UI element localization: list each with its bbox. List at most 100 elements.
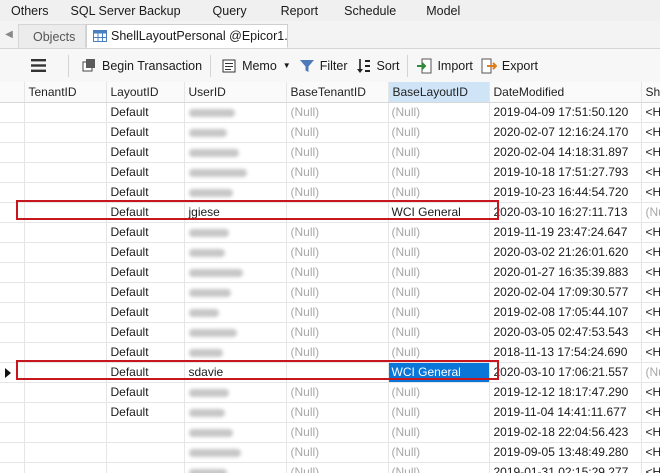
cell-basetenantid[interactable]: (Null): [286, 402, 389, 423]
cell-userid[interactable]: [184, 382, 287, 403]
cell-layoutid[interactable]: Default: [106, 262, 185, 283]
cell-datemodified[interactable]: 2020-02-04 17:09:30.577: [489, 282, 642, 303]
cell-baselayoutid[interactable]: WCI General: [388, 362, 490, 383]
cell-shell[interactable]: <Ho: [641, 322, 660, 343]
cell-shell[interactable]: <Ho: [641, 342, 660, 363]
cell-datemodified[interactable]: 2019-12-12 18:17:47.290: [489, 382, 642, 403]
menu-report[interactable]: Report: [270, 4, 330, 18]
row-indicator[interactable]: [0, 122, 25, 143]
cell-layoutid[interactable]: Default: [106, 322, 185, 343]
row-indicator[interactable]: [0, 302, 25, 323]
cell-baselayoutid[interactable]: (Null): [388, 102, 490, 123]
table-row[interactable]: (Null)(Null)2019-09-05 13:48:49.280<Ho: [0, 442, 660, 463]
row-indicator[interactable]: [0, 142, 25, 163]
cell-datemodified[interactable]: 2020-01-27 16:35:39.883: [489, 262, 642, 283]
menu-query[interactable]: Query: [202, 4, 258, 18]
cell-layoutid[interactable]: [106, 462, 185, 473]
cell-shell[interactable]: <Ho: [641, 102, 660, 123]
cell-baselayoutid[interactable]: (Null): [388, 222, 490, 243]
cell-datemodified[interactable]: 2020-03-05 02:47:53.543: [489, 322, 642, 343]
cell-datemodified[interactable]: 2019-02-18 22:04:56.423: [489, 422, 642, 443]
row-indicator[interactable]: [0, 342, 25, 363]
cell-layoutid[interactable]: Default: [106, 122, 185, 143]
menu-others[interactable]: Others: [0, 4, 60, 18]
row-indicator[interactable]: [0, 282, 25, 303]
cell-layoutid[interactable]: Default: [106, 242, 185, 263]
cell-layoutid[interactable]: Default: [106, 222, 185, 243]
cell-baselayoutid[interactable]: (Null): [388, 302, 490, 323]
cell-layoutid[interactable]: Default: [106, 382, 185, 403]
cell-baselayoutid[interactable]: (Null): [388, 242, 490, 263]
import-button[interactable]: Import: [416, 53, 473, 79]
cell-datemodified[interactable]: 2019-10-23 16:44:54.720: [489, 182, 642, 203]
cell-userid[interactable]: sdavie: [184, 362, 287, 383]
table-row[interactable]: Default (Null) (Null) 2020-03-02 21:26:01.6…: [0, 242, 660, 263]
cell-layoutid[interactable]: Default: [106, 402, 185, 423]
cell-datemodified[interactable]: 2020-02-04 14:18:31.897: [489, 142, 642, 163]
cell-tenantid[interactable]: [24, 262, 107, 283]
cell-userid[interactable]: [184, 142, 287, 163]
cell-tenantid[interactable]: [24, 162, 107, 183]
cell-baselayoutid[interactable]: WCI General: [388, 202, 490, 223]
row-indicator[interactable]: [0, 202, 25, 223]
cell-userid[interactable]: [184, 282, 287, 303]
chevron-down-icon[interactable]: ▼: [283, 61, 291, 70]
table-row[interactable]: Default jgiese WCI General 2020-03-10 16:27…: [0, 202, 660, 223]
filter-button[interactable]: Filter: [299, 53, 348, 79]
data-grid[interactable]: TenantID LayoutID UserID BaseTenantID Ba…: [0, 82, 660, 473]
cell-shell[interactable]: <Ho: [641, 222, 660, 243]
cell-basetenantid[interactable]: (Null): [286, 462, 389, 473]
cell-datemodified[interactable]: 2020-03-02 21:26:01.620: [489, 242, 642, 263]
cell-basetenantid[interactable]: (Null): [286, 262, 389, 283]
cell-userid[interactable]: [184, 262, 287, 283]
column-header-tenantid[interactable]: TenantID: [24, 82, 107, 103]
cell-userid[interactable]: [184, 422, 287, 443]
table-row[interactable]: Default (Null) (Null) 2019-02-08 17:05:44.1…: [0, 302, 660, 323]
column-header-layoutid[interactable]: LayoutID: [106, 82, 185, 103]
cell-userid[interactable]: [184, 462, 287, 473]
menu-hamburger-button[interactable]: [31, 53, 46, 79]
menu-schedule[interactable]: Schedule: [333, 4, 407, 18]
cell-shell[interactable]: <Ho: [641, 402, 660, 423]
table-row[interactable]: Default (Null) (Null) 2018-11-13 17:54:24.6…: [0, 342, 660, 363]
cell-baselayoutid[interactable]: (Null): [388, 442, 490, 463]
cell-datemodified[interactable]: 2019-02-08 17:05:44.107: [489, 302, 642, 323]
column-header-shell[interactable]: Shel: [641, 82, 660, 103]
cell-tenantid[interactable]: [24, 182, 107, 203]
cell-datemodified[interactable]: 2020-03-10 16:27:11.713: [489, 202, 642, 223]
export-button[interactable]: Export: [481, 53, 538, 79]
table-row[interactable]: Default (Null) (Null) 2019-10-23 16:44:54.7…: [0, 182, 660, 203]
cell-shell[interactable]: <Ho: [641, 462, 660, 473]
cell-tenantid[interactable]: [24, 342, 107, 363]
cell-datemodified[interactable]: 2019-01-31 02:15:29.277: [489, 462, 642, 473]
cell-baselayoutid[interactable]: (Null): [388, 142, 490, 163]
table-row[interactable]: Default (Null) (Null) 2019-04-09 17:51:50.1…: [0, 102, 660, 123]
cell-tenantid[interactable]: [24, 222, 107, 243]
cell-layoutid[interactable]: [106, 422, 185, 443]
cell-basetenantid[interactable]: (Null): [286, 162, 389, 183]
cell-tenantid[interactable]: [24, 202, 107, 223]
cell-layoutid[interactable]: Default: [106, 302, 185, 323]
tab-shell-layout-personal[interactable]: ShellLayoutPersonal @Epicor1...: [86, 24, 288, 48]
cell-basetenantid[interactable]: (Null): [286, 442, 389, 463]
menu-sql-server-backup[interactable]: SQL Server Backup: [60, 4, 192, 18]
row-indicator[interactable]: [0, 462, 25, 473]
cell-layoutid[interactable]: Default: [106, 182, 185, 203]
cell-basetenantid[interactable]: (Null): [286, 282, 389, 303]
cell-layoutid[interactable]: Default: [106, 362, 185, 383]
table-row[interactable]: Default (Null) (Null) 2019-12-12 18:17:47.2…: [0, 382, 660, 403]
cell-datemodified[interactable]: 2020-03-10 17:06:21.557: [489, 362, 642, 383]
row-indicator[interactable]: [0, 182, 25, 203]
cell-userid[interactable]: [184, 222, 287, 243]
cell-userid[interactable]: [184, 102, 287, 123]
row-indicator[interactable]: [0, 222, 25, 243]
cell-tenantid[interactable]: [24, 422, 107, 443]
cell-datemodified[interactable]: 2019-09-05 13:48:49.280: [489, 442, 642, 463]
table-row[interactable]: Default (Null) (Null) 2019-11-04 14:41:11.6…: [0, 402, 660, 423]
cell-basetenantid[interactable]: [286, 362, 389, 383]
cell-tenantid[interactable]: [24, 402, 107, 423]
cell-shell[interactable]: <Ho: [641, 382, 660, 403]
cell-shell[interactable]: <Ho: [641, 262, 660, 283]
cell-layoutid[interactable]: [106, 442, 185, 463]
cell-baselayoutid[interactable]: (Null): [388, 402, 490, 423]
